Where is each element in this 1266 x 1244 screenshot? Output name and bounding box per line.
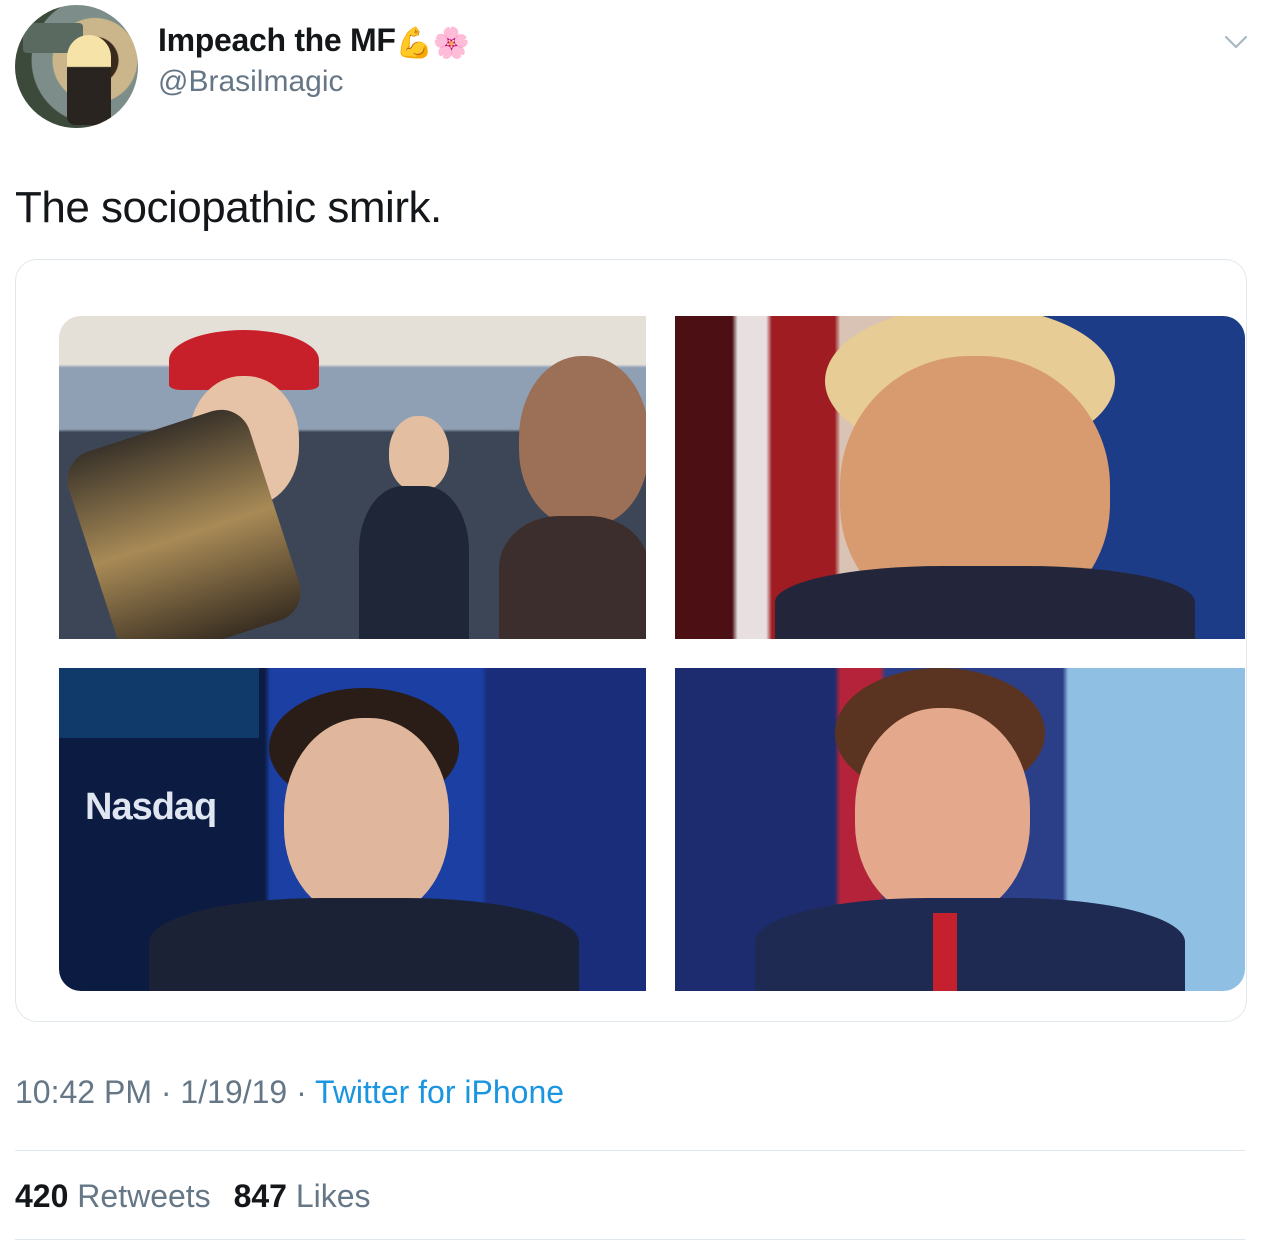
photo-boy-hoodie: [359, 486, 469, 639]
photo-suit: [149, 898, 579, 991]
chevron-down-icon[interactable]: [1224, 34, 1248, 50]
avatar[interactable]: [15, 5, 138, 128]
tweet-source-link[interactable]: Twitter for iPhone: [315, 1074, 564, 1110]
tweet-timestamp: 10:42 PM · 1/19/19 · Twitter for iPhone: [15, 1074, 564, 1111]
user-handle[interactable]: @Brasilmagic: [158, 65, 344, 99]
likes-count: 847: [233, 1178, 287, 1214]
photo-tie: [933, 913, 957, 991]
retweets-stat[interactable]: 420 Retweets: [15, 1178, 211, 1214]
media-photo-3[interactable]: Nasdaq: [59, 668, 646, 991]
likes-stat[interactable]: 847 Likes: [234, 1178, 371, 1214]
media-photo-4[interactable]: [675, 668, 1245, 991]
flexed-biceps-emoji: 💪: [395, 27, 433, 60]
tweet-date[interactable]: 1/19/19: [180, 1074, 287, 1110]
display-name[interactable]: Impeach the MF💪🌸: [158, 22, 470, 61]
photo-ticker-bar: [59, 668, 259, 738]
divider-top: [15, 1150, 1245, 1151]
separator: ·: [151, 1074, 181, 1110]
photo-elder-face: [519, 356, 646, 526]
photo-face: [855, 708, 1030, 918]
photo-boy-face: [389, 416, 449, 491]
media-photo-1[interactable]: [59, 316, 646, 639]
tweet-text: The sociopathic smirk.: [15, 183, 442, 232]
retweets-label: Retweets: [77, 1178, 211, 1214]
likes-label: Likes: [295, 1178, 371, 1214]
nasdaq-overlay-text: Nasdaq: [85, 786, 217, 828]
divider-bottom: [15, 1239, 1245, 1240]
tweet-time[interactable]: 10:42 PM: [15, 1074, 152, 1110]
display-name-text: Impeach the MF: [158, 22, 396, 58]
cherry-blossom-emoji: 🌸: [432, 27, 470, 60]
photo-suit: [775, 566, 1195, 639]
photo-face: [284, 718, 449, 918]
photo-suit: [755, 898, 1185, 991]
media-photo-2[interactable]: [675, 316, 1245, 639]
tweet-stats: 420 Retweets 847 Likes: [15, 1178, 385, 1215]
media-grid[interactable]: Nasdaq: [15, 259, 1247, 1022]
avatar-person: [67, 35, 111, 125]
photo-elder-coat: [499, 516, 646, 639]
retweets-count: 420: [15, 1178, 69, 1214]
separator: ·: [287, 1074, 316, 1110]
